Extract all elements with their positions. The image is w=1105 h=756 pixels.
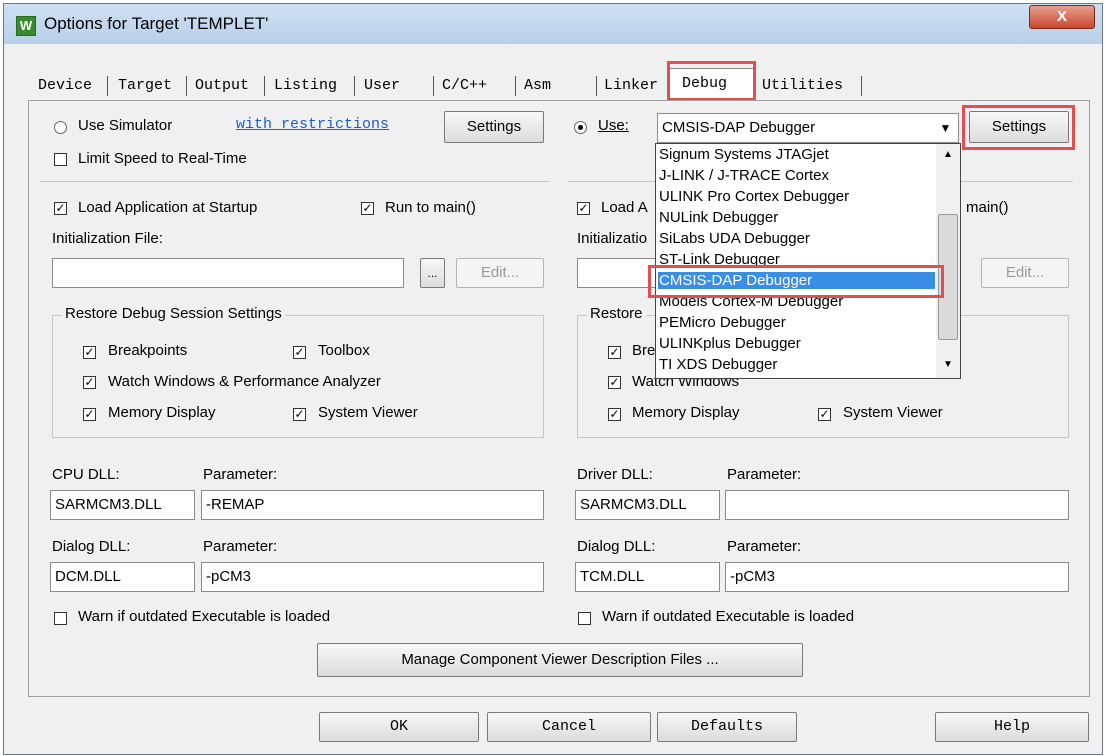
- system-viewer-right-checkbox[interactable]: ✓: [818, 408, 831, 421]
- simulator-settings-button[interactable]: Settings: [444, 111, 544, 143]
- close-button[interactable]: X: [1029, 5, 1095, 29]
- cpu-dll-label: CPU DLL:: [52, 466, 120, 483]
- warn-outdated-right-checkbox[interactable]: [578, 612, 591, 625]
- dialog-param-right-label: Parameter:: [727, 538, 802, 555]
- driver-param-label: Parameter:: [727, 466, 802, 483]
- edit-right-button[interactable]: Edit...: [981, 258, 1069, 288]
- init-file-input[interactable]: [52, 258, 404, 288]
- dropdown-item[interactable]: PEMicro Debugger: [659, 314, 786, 331]
- breakpoints-label: Breakpoints: [108, 342, 188, 359]
- cmsis-dap-highlight: [648, 265, 944, 298]
- system-viewer-checkbox[interactable]: ✓: [293, 408, 306, 421]
- toolbox-checkbox[interactable]: ✓: [293, 346, 306, 359]
- chevron-down-icon[interactable]: ▼: [934, 115, 957, 141]
- driver-dll-label: Driver DLL:: [577, 466, 653, 483]
- memory-display-right-checkbox[interactable]: ✓: [608, 408, 621, 421]
- tab-device[interactable]: Device: [36, 73, 94, 99]
- cpu-param-label: Parameter:: [203, 466, 278, 483]
- dialog-dll-right-label: Dialog DLL:: [577, 538, 656, 555]
- ok-button[interactable]: OK: [319, 712, 479, 742]
- dialog-dll-right-input[interactable]: TCM.DLL: [575, 562, 720, 592]
- dropdown-item[interactable]: NULink Debugger: [659, 209, 778, 226]
- limit-speed-label: Limit Speed to Real-Time: [78, 150, 247, 167]
- warn-outdated-label: Warn if outdated Executable is loaded: [78, 608, 331, 625]
- tab-user[interactable]: User: [362, 73, 402, 99]
- cpu-param-input[interactable]: -REMAP: [201, 490, 544, 520]
- use-label: Use:: [598, 117, 629, 134]
- cpu-dll-input[interactable]: SARMCM3.DLL: [50, 490, 195, 520]
- tab-c-cpp[interactable]: C/C++: [440, 73, 489, 99]
- dialog-param-label: Parameter:: [203, 538, 278, 555]
- driver-dll-input[interactable]: SARMCM3.DLL: [575, 490, 720, 520]
- run-to-main-checkbox[interactable]: ✓: [361, 202, 374, 215]
- init-file-right-input[interactable]: [577, 258, 657, 288]
- edit-button[interactable]: Edit...: [456, 258, 544, 288]
- defaults-button[interactable]: Defaults: [657, 712, 797, 742]
- dropdown-item[interactable]: TI XDS Debugger: [659, 356, 777, 373]
- warn-outdated-right-label: Warn if outdated Executable is loaded: [602, 608, 855, 625]
- toolbox-label: Toolbox: [318, 342, 370, 359]
- driver-param-input[interactable]: [725, 490, 1069, 520]
- dropdown-item[interactable]: J-LINK / J-TRACE Cortex: [659, 167, 829, 184]
- title-bar: W Options for Target 'TEMPLET' X: [4, 4, 1102, 44]
- dropdown-item[interactable]: SiLabs UDA Debugger: [659, 230, 810, 247]
- scroll-down-icon[interactable]: ▼: [936, 356, 960, 374]
- watch-windows-label: Watch Windows & Performance Analyzer: [108, 373, 381, 390]
- tab-listing[interactable]: Listing: [272, 73, 339, 99]
- breakpoints-checkbox[interactable]: ✓: [83, 346, 96, 359]
- dropdown-scrollbar[interactable]: ▲ ▼: [936, 144, 960, 378]
- help-button[interactable]: Help: [935, 712, 1089, 742]
- breakpoints-right-checkbox[interactable]: ✓: [608, 346, 621, 359]
- manage-viewer-button[interactable]: Manage Component Viewer Description File…: [317, 643, 803, 677]
- use-simulator-label: Use Simulator: [78, 117, 173, 134]
- warn-outdated-checkbox[interactable]: [54, 612, 67, 625]
- dropdown-item[interactable]: ULINKplus Debugger: [659, 335, 801, 352]
- with-restrictions-link[interactable]: with restrictions: [236, 116, 389, 133]
- use-radio[interactable]: [574, 121, 587, 134]
- memory-display-checkbox[interactable]: ✓: [83, 408, 96, 421]
- system-viewer-right-label: System Viewer: [843, 404, 943, 421]
- dropdown-item[interactable]: Signum Systems JTAGjet: [659, 146, 829, 163]
- scroll-up-icon[interactable]: ▲: [936, 146, 960, 164]
- app-icon: W: [16, 16, 36, 36]
- tab-output[interactable]: Output: [193, 73, 251, 99]
- use-simulator-radio[interactable]: [54, 121, 67, 134]
- cancel-button[interactable]: Cancel: [487, 712, 651, 742]
- restore-title: Restore Debug Session Settings: [62, 305, 285, 322]
- load-app-right-checkbox[interactable]: ✓: [577, 202, 590, 215]
- dialog-param-input[interactable]: -pCM3: [201, 562, 544, 592]
- window-title: Options for Target 'TEMPLET': [44, 14, 269, 33]
- dialog-dll-input[interactable]: DCM.DLL: [50, 562, 195, 592]
- system-viewer-label: System Viewer: [318, 404, 418, 421]
- run-to-main-right-label: main(): [966, 199, 1009, 216]
- tab-utilities[interactable]: Utilities: [760, 73, 845, 99]
- dropdown-item[interactable]: ULINK Pro Cortex Debugger: [659, 188, 849, 205]
- debugger-dropdown-list: Signum Systems JTAGjet J-LINK / J-TRACE …: [655, 143, 961, 379]
- memory-display-right-label: Memory Display: [632, 404, 740, 421]
- tab-asm[interactable]: Asm: [522, 73, 553, 99]
- debugger-select[interactable]: CMSIS-DAP Debugger: [657, 113, 959, 143]
- dialog-param-right-input[interactable]: -pCM3: [725, 562, 1069, 592]
- breakpoints-right-label: Bre: [632, 342, 656, 359]
- load-app-checkbox[interactable]: ✓: [54, 202, 67, 215]
- debug-tab-highlight: [667, 61, 756, 101]
- limit-speed-checkbox[interactable]: [54, 153, 67, 166]
- load-app-right-label: Load A: [601, 199, 648, 216]
- tab-target[interactable]: Target: [116, 73, 174, 99]
- browse-button[interactable]: ...: [420, 258, 445, 288]
- memory-display-label: Memory Display: [108, 404, 216, 421]
- watch-windows-checkbox[interactable]: ✓: [83, 376, 96, 389]
- tab-linker[interactable]: Linker: [602, 73, 660, 99]
- init-file-right-label: Initializatio: [577, 230, 648, 247]
- watch-windows-right-checkbox[interactable]: ✓: [608, 376, 621, 389]
- run-to-main-label: Run to main(): [385, 199, 476, 216]
- dialog-dll-label: Dialog DLL:: [52, 538, 131, 555]
- settings-highlight: [962, 105, 1075, 150]
- init-file-label: Initialization File:: [52, 230, 163, 247]
- load-app-label: Load Application at Startup: [78, 199, 258, 216]
- restore-right-title: Restore: [587, 305, 646, 322]
